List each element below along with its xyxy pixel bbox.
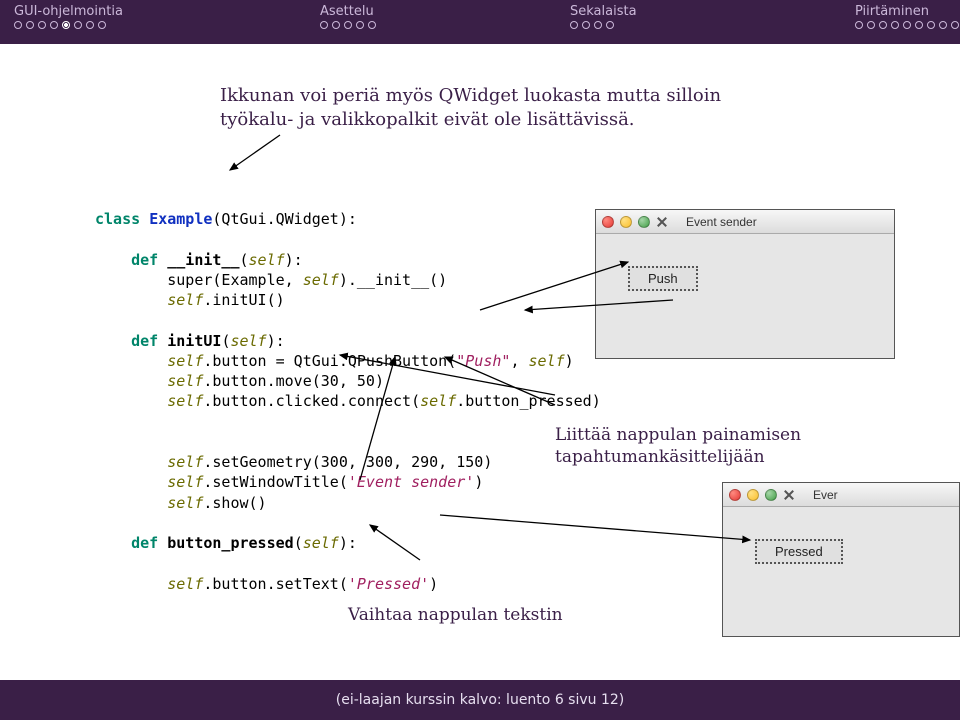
x-icon (783, 489, 795, 501)
code-block: class Example(QtGui.QWidget): def __init… (95, 209, 601, 594)
intro-line1: Ikkunan voi periä myös QWidget luokasta … (220, 85, 721, 106)
nav-title: Sekalaista (570, 4, 637, 19)
intro-line2: työkalu- ja valikkopalkit eivät ole lisä… (220, 109, 635, 130)
navbar: GUI-ohjelmointia Asettelu Sekalaista Pii… (0, 0, 960, 44)
intro-text: Ikkunan voi periä myös QWidget luokasta … (220, 84, 900, 133)
app-window-event-sender: Event sender Push (595, 209, 895, 359)
minimize-icon[interactable] (620, 216, 632, 228)
slide-footer: (ei-laajan kurssin kalvo: luento 6 sivu … (0, 680, 960, 720)
nav-dots (855, 21, 959, 29)
nav-dots (320, 21, 376, 29)
slide-body: Ikkunan voi periä myös QWidget luokasta … (0, 44, 960, 680)
zoom-icon[interactable] (638, 216, 650, 228)
x-icon (656, 216, 668, 228)
pressed-button[interactable]: Pressed (755, 539, 843, 564)
footer-text: (ei-laajan kurssin kalvo: luento 6 sivu … (336, 692, 625, 708)
nav-dots (14, 21, 123, 29)
zoom-icon[interactable] (765, 489, 777, 501)
window-titlebar: Ever (723, 483, 959, 507)
nav-section-sekalaista[interactable]: Sekalaista (570, 4, 637, 29)
window-titlebar: Event sender (596, 210, 894, 234)
nav-title: Piirtäminen (855, 4, 959, 19)
window-title: Event sender (686, 215, 757, 229)
nav-title: GUI-ohjelmointia (14, 4, 123, 19)
annotation-settext: Vaihtaa nappulan tekstin (348, 604, 563, 626)
nav-title: Asettelu (320, 4, 376, 19)
nav-section-asettelu[interactable]: Asettelu (320, 4, 376, 29)
push-button[interactable]: Push (628, 266, 698, 291)
close-icon[interactable] (602, 216, 614, 228)
window-title: Ever (813, 488, 838, 502)
app-window-pressed: Ever Pressed (722, 482, 960, 637)
nav-dots (570, 21, 637, 29)
nav-section-gui[interactable]: GUI-ohjelmointia (14, 4, 123, 29)
close-icon[interactable] (729, 489, 741, 501)
annotation-connect: Liittää nappulan painamisen tapahtumankä… (555, 424, 801, 468)
minimize-icon[interactable] (747, 489, 759, 501)
nav-section-piirtaminen[interactable]: Piirtäminen (855, 4, 959, 29)
